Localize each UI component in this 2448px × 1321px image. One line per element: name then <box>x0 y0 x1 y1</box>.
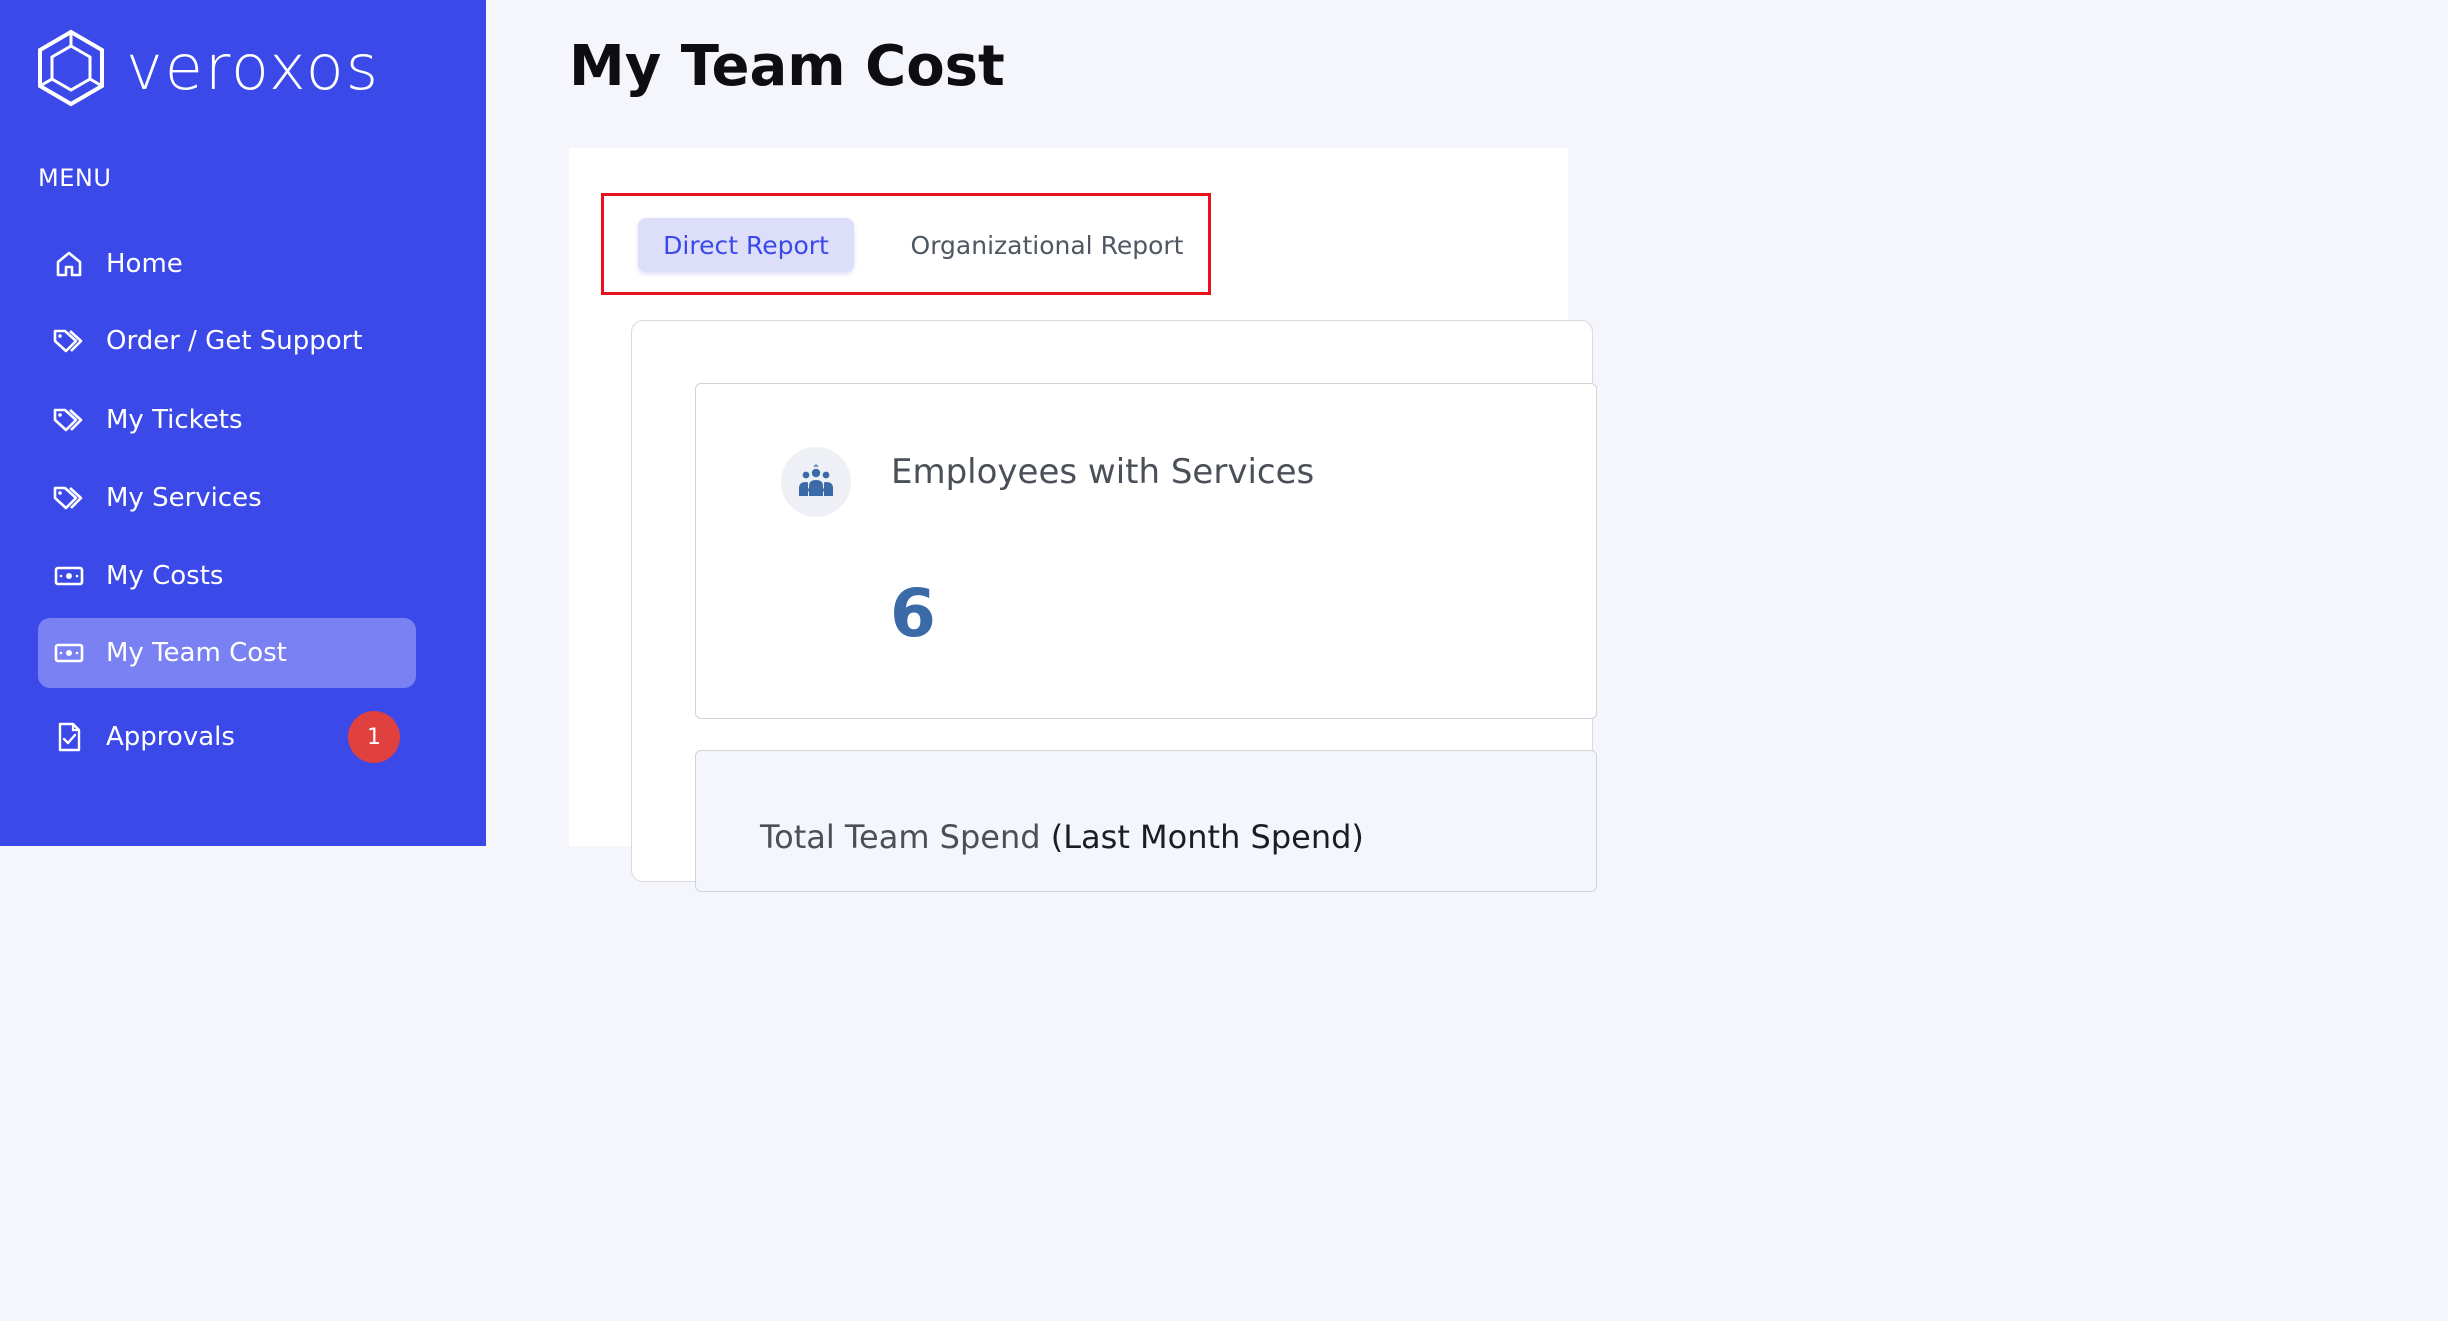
sidebar-item-order-get-support[interactable]: Order / Get Support <box>38 306 416 376</box>
team-spend-label: Total Team Spend (Last Month Spend) <box>760 818 1364 856</box>
employees-stat-value: 6 <box>890 575 936 652</box>
tags-icon <box>52 324 86 358</box>
team-spend-subtitle: (Last Month Spend) <box>1050 818 1364 856</box>
sidebar-item-my-services[interactable]: My Services <box>38 463 416 533</box>
tab-organizational-report[interactable]: Organizational Report <box>892 218 1202 272</box>
sidebar-item-label: My Costs <box>106 561 224 591</box>
sidebar-item-home[interactable]: Home <box>38 229 416 299</box>
money-icon <box>52 636 86 670</box>
tab-direct-report[interactable]: Direct Report <box>638 218 854 272</box>
brand-name: veroxos <box>126 31 381 104</box>
sidebar: veroxos MENU Home Order / Get Support My… <box>0 0 486 846</box>
brand-logo[interactable]: veroxos <box>36 28 380 108</box>
employees-stat-card <box>695 383 1597 719</box>
approvals-count-badge: 1 <box>348 711 400 763</box>
sidebar-item-approvals[interactable]: Approvals 1 <box>38 702 416 772</box>
sidebar-item-label: My Tickets <box>106 405 243 435</box>
sidebar-item-my-team-cost[interactable]: My Team Cost <box>38 618 416 688</box>
team-icon <box>781 447 851 517</box>
document-check-icon <box>52 720 86 754</box>
tags-icon <box>52 403 86 437</box>
sidebar-item-label: My Services <box>106 483 262 513</box>
sidebar-item-my-tickets[interactable]: My Tickets <box>38 385 416 455</box>
sidebar-item-my-costs[interactable]: My Costs <box>38 541 416 611</box>
hexagon-cube-icon <box>38 29 104 107</box>
money-icon <box>52 559 86 593</box>
page-title: My Team Cost <box>569 34 1005 99</box>
menu-heading: MENU <box>38 164 112 192</box>
sidebar-item-label: Home <box>106 249 183 279</box>
team-spend-title: Total Team Spend <box>760 818 1041 856</box>
sidebar-item-label: Approvals <box>106 722 235 752</box>
sidebar-item-label: My Team Cost <box>106 638 287 668</box>
home-icon <box>52 247 86 281</box>
tags-icon <box>52 481 86 515</box>
sidebar-item-label: Order / Get Support <box>106 326 363 356</box>
employees-stat-label: Employees with Services <box>891 452 1315 492</box>
